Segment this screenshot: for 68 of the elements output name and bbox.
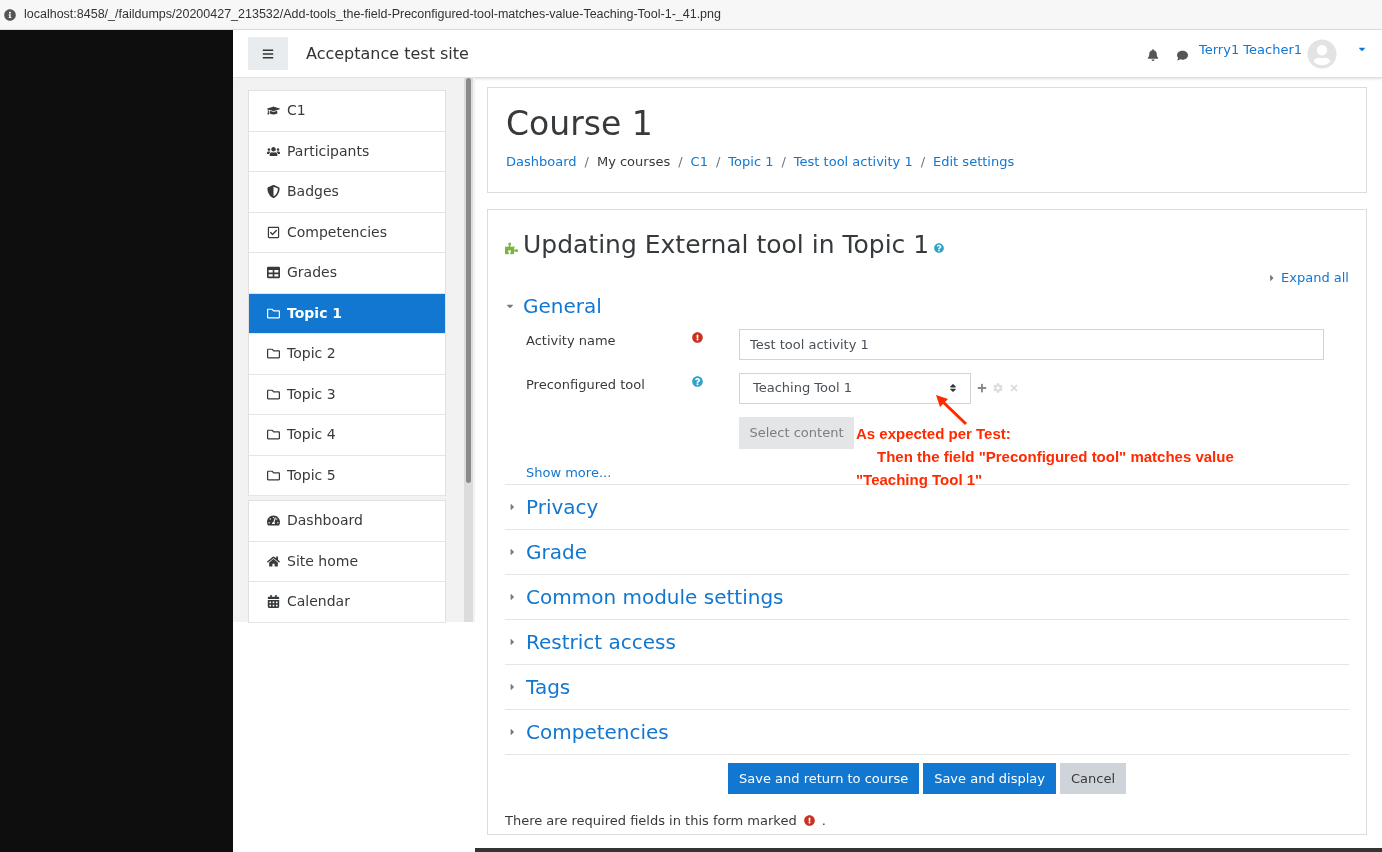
info-icon — [4, 8, 16, 21]
section-heading[interactable]: Grade — [526, 537, 587, 567]
required-icon — [803, 815, 815, 827]
section-heading[interactable]: Common module settings — [526, 582, 784, 612]
sort-arrows-icon — [949, 383, 957, 393]
breadcrumb-separator: / — [919, 153, 927, 171]
show-more-link[interactable]: Show more... — [526, 462, 612, 482]
scrollbar-thumb[interactable] — [466, 78, 471, 483]
caret-icon[interactable] — [509, 547, 516, 557]
annotation-text: As expected per Test: Then the field "Preconfigured tool" matches value "Teaching Tool 1" — [856, 424, 1234, 490]
breadcrumb-separator: / — [583, 153, 590, 171]
primary-button[interactable]: Save and display — [923, 763, 1056, 794]
required-note: There are required fields in this form marked — [505, 812, 797, 830]
checkbox-icon — [267, 225, 280, 239]
caret-icon[interactable] — [509, 637, 516, 647]
secondary-button[interactable]: Cancel — [1059, 763, 1126, 794]
shield-icon — [267, 185, 280, 199]
field-label: Preconfigured tool — [526, 375, 646, 394]
breadcrumb-link[interactable]: Test tool activity 1 — [793, 152, 913, 172]
folder-icon — [267, 347, 280, 361]
breadcrumb-text: My courses — [596, 153, 671, 171]
home-icon — [267, 554, 280, 568]
caret-icon[interactable] — [509, 727, 516, 737]
folder-icon — [267, 468, 280, 482]
help-icon[interactable] — [692, 375, 703, 387]
breadcrumb-link[interactable]: Edit settings — [933, 152, 1015, 172]
sidebar-item[interactable]: Topic 1 — [249, 293, 445, 334]
preconfigured-tool-select[interactable]: Teaching Tool 1 — [739, 372, 971, 404]
breadcrumb-separator: / — [780, 153, 787, 171]
calendar-icon — [267, 595, 280, 609]
breadcrumb-separator: / — [677, 153, 684, 171]
note-period: . — [821, 812, 826, 830]
help-icon[interactable] — [934, 243, 945, 253]
breadcrumb-link[interactable]: Dashboard — [506, 152, 577, 172]
section-heading[interactable]: Tags — [526, 672, 571, 702]
caret-icon[interactable] — [509, 682, 516, 692]
bell-icon[interactable] — [1147, 48, 1159, 61]
folder-icon — [267, 428, 280, 442]
site-name[interactable]: Acceptance test site — [306, 41, 469, 66]
expand-all-link[interactable]: Expand all — [1281, 268, 1349, 288]
section-heading[interactable]: General — [523, 290, 602, 321]
puzzle-piece-icon — [505, 241, 518, 255]
activity-name-input[interactable]: Test tool activity 1 — [739, 328, 1324, 360]
section-heading[interactable]: Privacy — [526, 492, 599, 522]
gauge-icon — [267, 514, 280, 528]
user-name[interactable]: Terry1 Teacher1 — [1199, 40, 1302, 60]
primary-button[interactable]: Save and return to course — [728, 763, 920, 794]
folder-icon — [267, 306, 280, 320]
scrollbar-track[interactable] — [464, 78, 473, 622]
menu-icon — [262, 47, 274, 60]
arrow-icon — [933, 393, 969, 426]
section-heading[interactable]: Competencies — [526, 717, 669, 747]
caret-icon[interactable] — [509, 502, 516, 512]
caret-icon[interactable] — [509, 592, 516, 602]
course-title: Course 1 — [506, 104, 654, 144]
users-icon — [267, 144, 280, 158]
chat-icon[interactable] — [1176, 50, 1189, 61]
field-label: Activity name — [526, 331, 617, 350]
breadcrumb-separator: / — [714, 153, 722, 171]
form-heading: Updating External tool in Topic 1 — [523, 230, 930, 260]
url-text[interactable]: localhost:8458/_/faildumps/20200427_213532/Add-tools_the-field-Preconfigured-tool-matches-value-Teaching-Tool-1-_41.png — [24, 5, 721, 24]
breadcrumb-link[interactable]: Topic 1 — [728, 152, 774, 172]
table-icon — [267, 266, 280, 280]
menu-button[interactable] — [248, 37, 288, 70]
breadcrumb-link[interactable]: C1 — [690, 152, 708, 172]
add-icon[interactable] — [977, 383, 987, 393]
section-heading[interactable]: Restrict access — [526, 627, 676, 657]
folder-icon — [267, 387, 280, 401]
